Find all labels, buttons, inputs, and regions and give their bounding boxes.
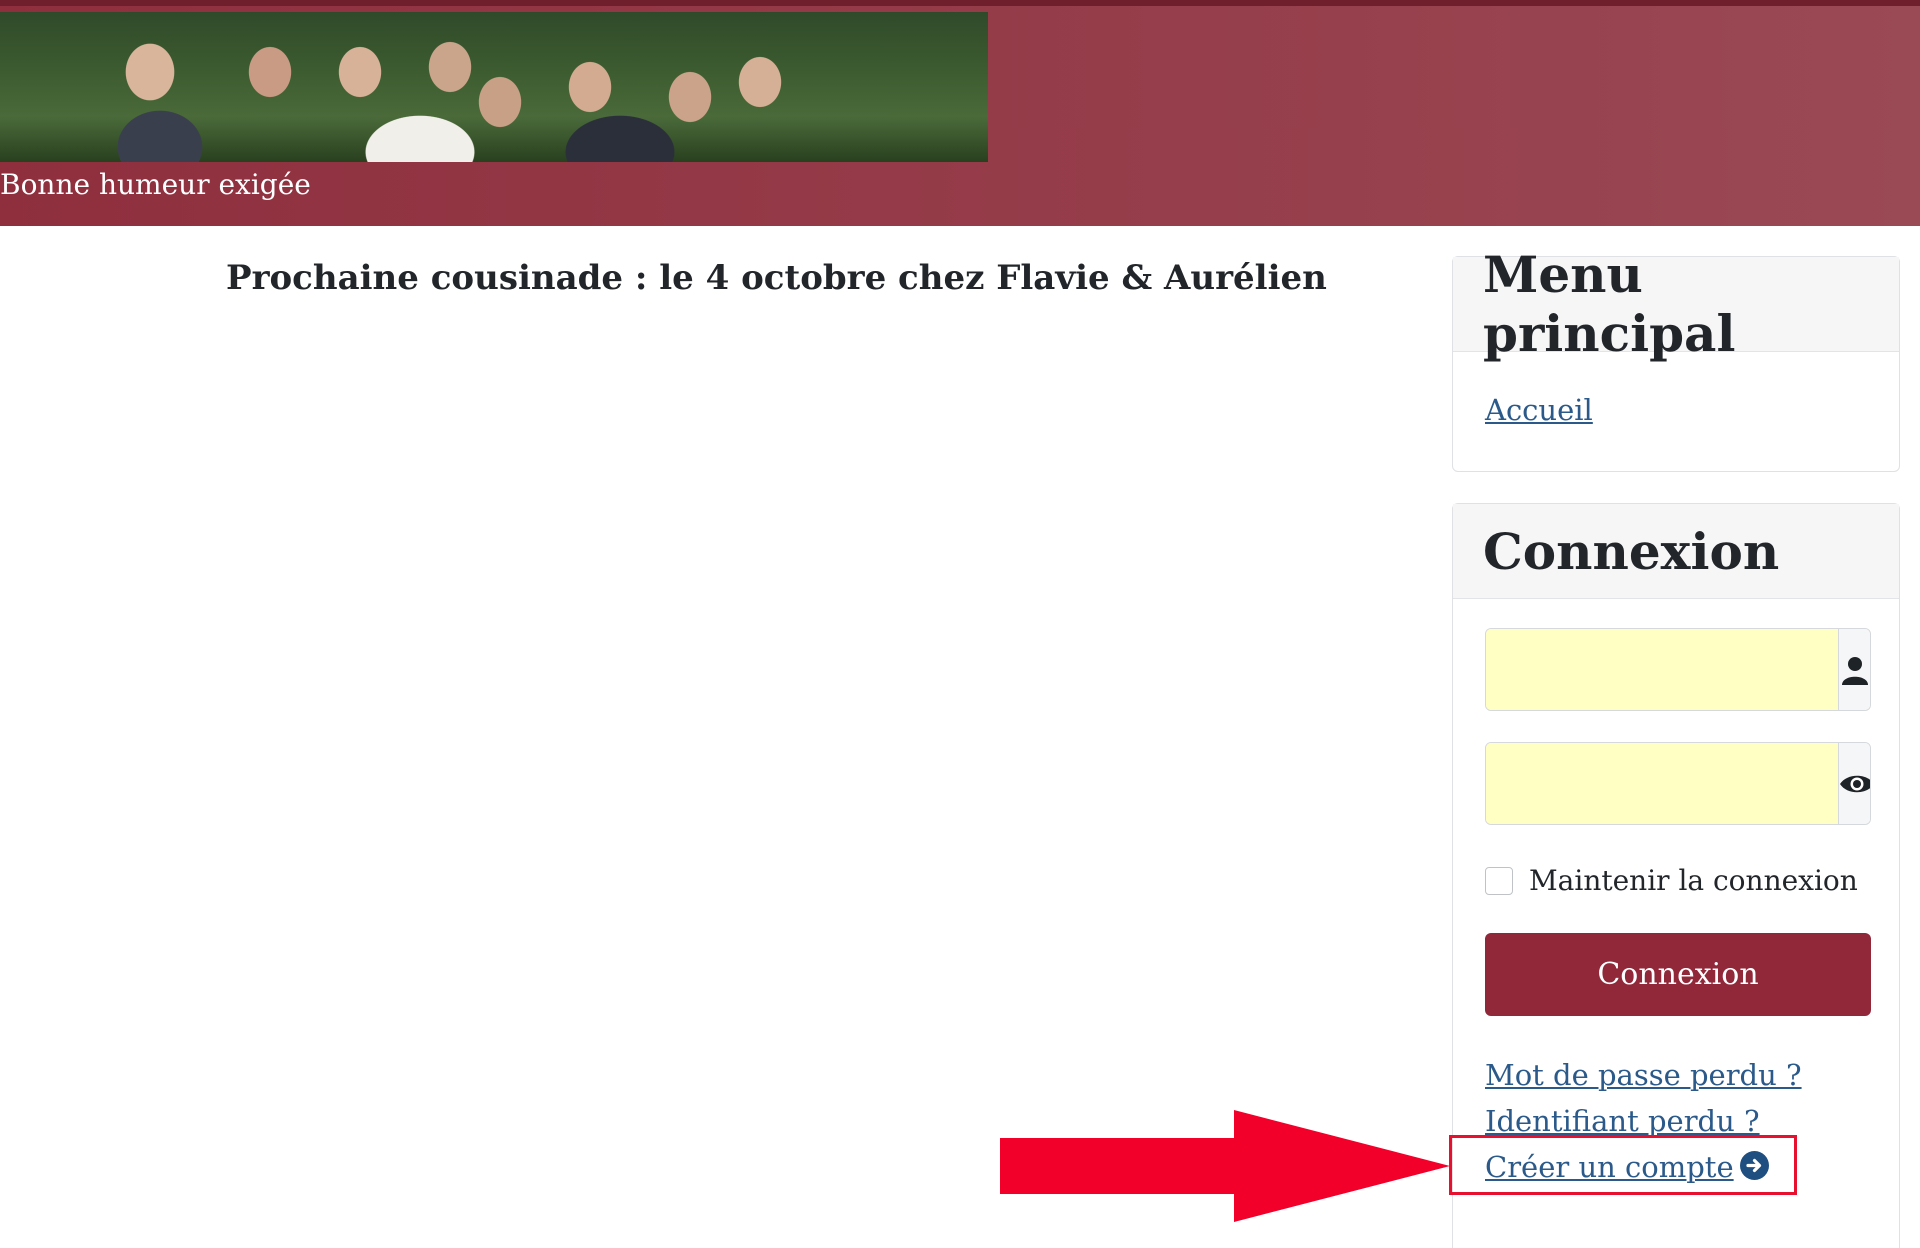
remember-checkbox[interactable] bbox=[1485, 866, 1513, 895]
annotation-red-arrow bbox=[1000, 1110, 1450, 1222]
eye-icon[interactable] bbox=[1838, 743, 1870, 824]
page-title: Prochaine cousinade : le 4 octobre chez … bbox=[226, 258, 1327, 298]
annotation-highlight-box bbox=[1449, 1135, 1797, 1195]
username-input[interactable] bbox=[1486, 629, 1838, 710]
site-tagline: Bonne humeur exigée bbox=[0, 168, 311, 201]
remember-me[interactable]: Maintenir la connexion bbox=[1485, 864, 1858, 897]
lost-password-link[interactable]: Mot de passe perdu ? bbox=[1485, 1052, 1802, 1098]
header-banner-photo bbox=[0, 12, 988, 162]
main-menu-header: Menu principal bbox=[1453, 245, 1899, 363]
login-header: Connexion bbox=[1453, 504, 1899, 599]
user-icon bbox=[1838, 629, 1870, 710]
site-header: Bonne humeur exigée bbox=[0, 0, 1920, 226]
username-group bbox=[1485, 628, 1871, 711]
login-button[interactable]: Connexion bbox=[1485, 933, 1871, 1016]
password-input[interactable] bbox=[1486, 743, 1838, 824]
main-menu-card: Menu principal Accueil bbox=[1452, 245, 1900, 472]
remember-label: Maintenir la connexion bbox=[1529, 864, 1858, 897]
password-group bbox=[1485, 742, 1871, 825]
main-menu-title: Menu principal bbox=[1483, 245, 1736, 363]
login-title: Connexion bbox=[1483, 521, 1780, 581]
menu-item-accueil[interactable]: Accueil bbox=[1485, 393, 1593, 427]
